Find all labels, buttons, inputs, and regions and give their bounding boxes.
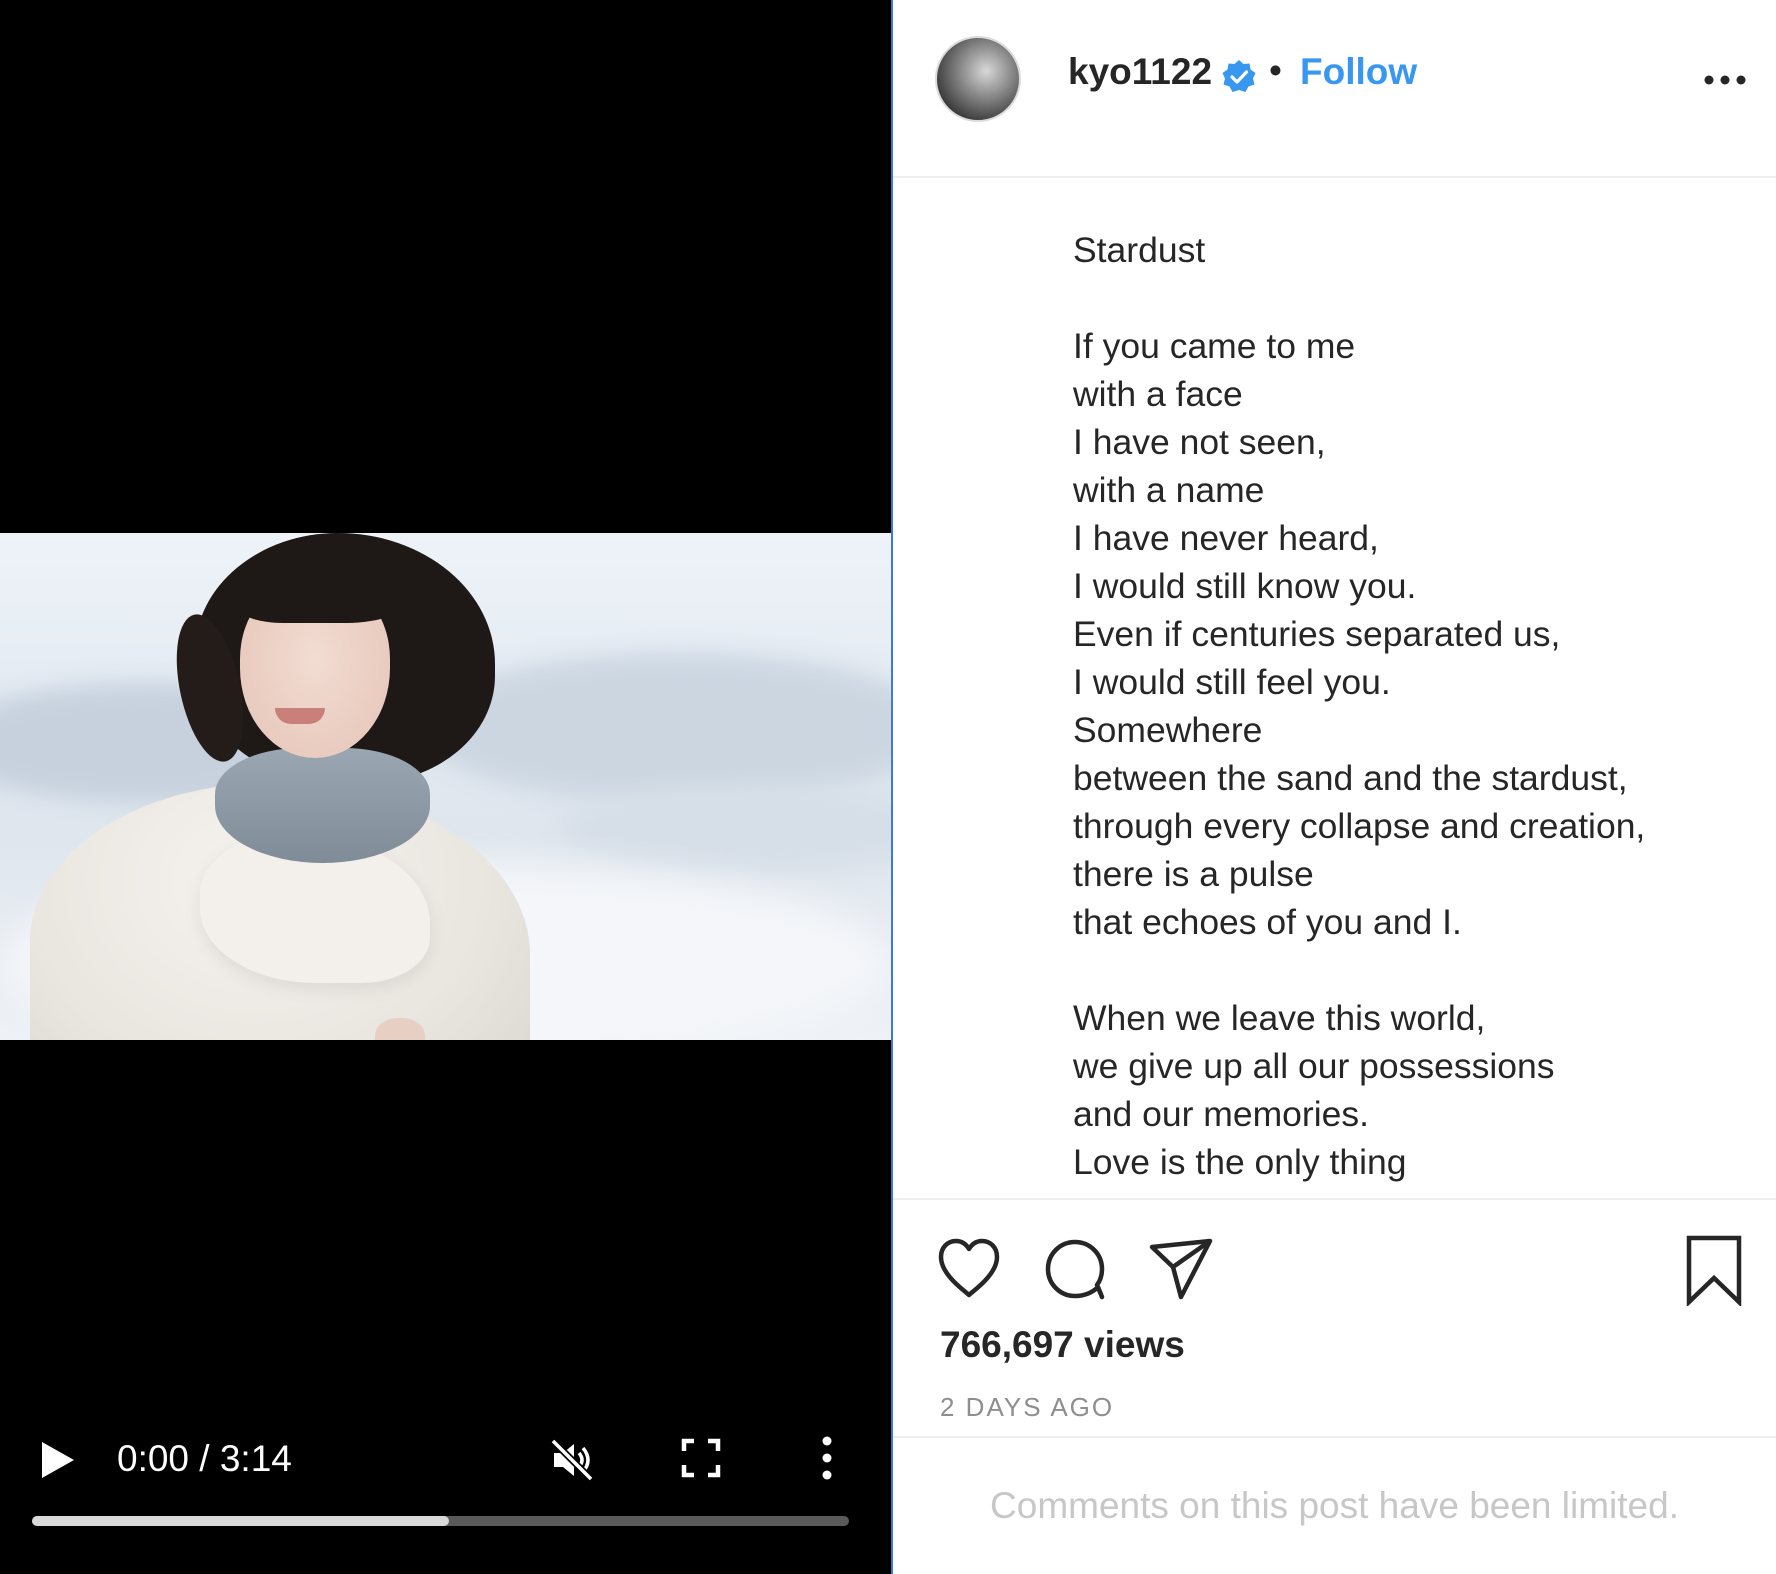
fullscreen-icon[interactable] <box>681 1438 721 1478</box>
share-icon[interactable] <box>1147 1235 1215 1303</box>
background-hill <box>560 783 893 873</box>
muted-speaker-icon[interactable] <box>548 1436 596 1484</box>
current-time: 0:00 <box>117 1438 190 1479</box>
time-separator: / <box>189 1438 220 1479</box>
post-caption: Stardust If you came to me with a face I… <box>893 176 1776 1198</box>
username-link[interactable]: kyo1122 <box>1068 51 1212 93</box>
comments-limited-notice: Comments on this post have been limited. <box>990 1485 1679 1526</box>
video-player[interactable]: 0:00 / 3:14 <box>0 0 893 1574</box>
views-count[interactable]: 766,697 views <box>940 1324 1185 1366</box>
video-frame[interactable] <box>0 533 893 1040</box>
video-progress-bar[interactable] <box>32 1516 849 1526</box>
vertical-dots-icon[interactable] <box>812 1434 842 1482</box>
post-header: kyo1122 • Follow <box>893 0 1776 178</box>
verified-badge-icon <box>1222 60 1256 92</box>
video-progress-buffered <box>32 1516 449 1526</box>
time-display: 0:00 / 3:14 <box>117 1433 292 1485</box>
post-timestamp[interactable]: 2 DAYS AGO <box>940 1392 1114 1423</box>
post-actions: 766,697 views 2 DAYS AGO <box>893 1198 1776 1438</box>
comment-icon[interactable] <box>1041 1235 1109 1303</box>
heart-icon[interactable] <box>935 1235 1003 1303</box>
bookmark-icon[interactable] <box>1683 1234 1745 1306</box>
figure-scarf <box>215 748 430 863</box>
horizontal-dots-icon[interactable] <box>1701 70 1749 90</box>
caption-text: Stardust If you came to me with a face I… <box>1073 230 1646 1182</box>
duration: 3:14 <box>219 1438 292 1479</box>
follow-button[interactable]: Follow <box>1300 51 1417 93</box>
play-icon[interactable] <box>38 1440 78 1480</box>
avatar[interactable] <box>935 36 1021 122</box>
dot-separator: • <box>1269 50 1282 91</box>
